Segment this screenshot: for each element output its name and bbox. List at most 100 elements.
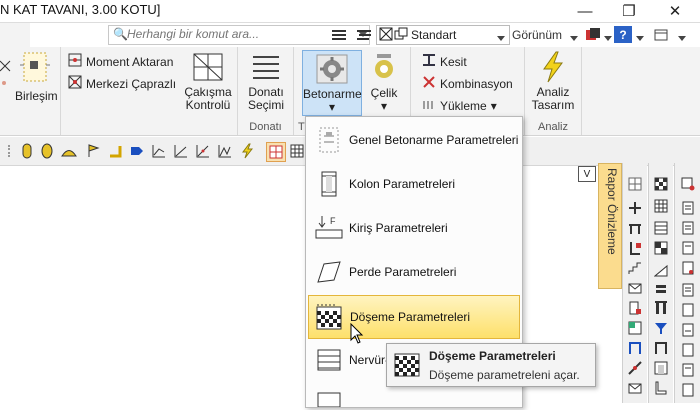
style-select[interactable]: Standart bbox=[376, 25, 510, 45]
document-2-icon[interactable] bbox=[679, 219, 697, 237]
celik-button[interactable]: Çelik ▾ bbox=[364, 50, 404, 113]
window-title: N KAT TAVANI, 3.00 KOTU] bbox=[0, 2, 161, 17]
user-icon[interactable] bbox=[584, 26, 602, 43]
lightning-small-icon[interactable] bbox=[238, 142, 256, 160]
door-frame-icon[interactable] bbox=[652, 339, 670, 357]
document-icon[interactable] bbox=[679, 199, 697, 217]
grid-red-icon[interactable] bbox=[266, 142, 286, 162]
toolbar-grip[interactable] bbox=[8, 145, 13, 157]
connection-icon[interactable] bbox=[20, 51, 50, 85]
moment-aktaran-button[interactable]: Moment Aktaran bbox=[68, 53, 173, 70]
column-pair-icon[interactable] bbox=[652, 299, 670, 317]
flag-icon[interactable] bbox=[84, 142, 102, 160]
ramp-icon[interactable] bbox=[652, 261, 670, 279]
panel-grid-icon[interactable] bbox=[626, 319, 644, 337]
menu-item-genel-betonarme[interactable]: Genel Betonarme Parametreleri bbox=[308, 119, 520, 161]
betonarme-button[interactable]: Betonarme ▾ bbox=[302, 50, 362, 116]
table-icon[interactable] bbox=[652, 219, 670, 237]
checker-icon[interactable] bbox=[652, 175, 670, 193]
checker-2-icon[interactable] bbox=[652, 239, 670, 257]
l-column-icon[interactable] bbox=[626, 239, 644, 257]
kombinasyon-label: Kombinasyon bbox=[440, 76, 513, 91]
table-grid-icon[interactable] bbox=[288, 142, 306, 160]
yukleme-button[interactable]: Yükleme ▾ bbox=[422, 97, 497, 114]
ribbon-group-analiz: Analiz Tasarım Analiz bbox=[525, 47, 582, 135]
document-3-icon[interactable] bbox=[679, 239, 697, 257]
stack-icon[interactable] bbox=[652, 281, 670, 299]
envelope-icon[interactable] bbox=[626, 279, 644, 297]
ribbon-collapse-icon[interactable] bbox=[652, 26, 670, 43]
document-4-icon[interactable] bbox=[679, 259, 697, 277]
kombinasyon-button[interactable]: Kombinasyon bbox=[422, 75, 513, 92]
cylinder-icon[interactable] bbox=[38, 142, 56, 160]
merkezi-caprazli-button[interactable]: Merkezi Çaprazlı bbox=[68, 75, 176, 92]
blue-frame-icon[interactable] bbox=[626, 339, 644, 357]
help-icon[interactable]: ? bbox=[614, 26, 632, 43]
corner-icon[interactable] bbox=[106, 142, 124, 160]
close-button[interactable]: ✕ bbox=[652, 0, 698, 22]
beam-frame-icon[interactable] bbox=[626, 219, 644, 237]
rib-params-icon bbox=[314, 344, 344, 376]
document-5-icon[interactable] bbox=[679, 281, 697, 299]
wall-icon[interactable] bbox=[652, 359, 670, 377]
moment-aktaran-label: Moment Aktaran bbox=[86, 54, 174, 69]
document-7-icon[interactable] bbox=[679, 321, 697, 339]
envelope-2-icon[interactable] bbox=[626, 379, 644, 397]
clash-check-icon bbox=[191, 51, 225, 83]
rapor-onizleme-label: Rapor Önizleme bbox=[605, 168, 619, 255]
maximize-button[interactable]: ❐ bbox=[606, 0, 652, 22]
moment-connection-icon bbox=[68, 53, 82, 70]
chevron-down-icon[interactable] bbox=[678, 31, 686, 45]
document-6-icon[interactable] bbox=[679, 301, 697, 319]
search-input[interactable] bbox=[127, 26, 362, 42]
tooltip-description: Döşeme parametreleni açar. bbox=[429, 368, 580, 382]
cakisma-kontrolu-button[interactable]: Çakışma Kontrolü bbox=[182, 51, 234, 112]
chevron-down-icon[interactable] bbox=[636, 31, 644, 45]
column-red-icon[interactable] bbox=[626, 299, 644, 317]
stair-icon[interactable] bbox=[626, 259, 644, 277]
menu-item-kolon[interactable]: Kolon Parametreleri bbox=[308, 163, 520, 205]
chevron-down-icon[interactable] bbox=[570, 31, 578, 45]
title-bar: N KAT TAVANI, 3.00 KOTU] — ❐ ✕ bbox=[0, 0, 700, 23]
menu-item-kiris[interactable]: F Kiriş Parametreleri bbox=[308, 207, 520, 249]
document-8-icon[interactable] bbox=[679, 341, 697, 359]
donati-secimi-button[interactable]: Donatı Seçimi bbox=[242, 51, 290, 112]
partial-tool-icon[interactable] bbox=[0, 53, 12, 93]
v-toggle-button[interactable]: V bbox=[578, 166, 596, 182]
menu-item-label: Perde Parametreleri bbox=[349, 265, 457, 279]
menu-item-label: Kolon Parametreleri bbox=[349, 177, 456, 191]
grid-red-dot-icon[interactable] bbox=[679, 175, 697, 193]
menu-item-label: Genel Betonarme Parametreleri bbox=[349, 133, 519, 147]
hatch-icon[interactable] bbox=[652, 197, 670, 215]
boot-icon[interactable] bbox=[652, 379, 670, 397]
kesit-button[interactable]: Kesit bbox=[422, 53, 467, 70]
minimize-button[interactable]: — bbox=[562, 0, 608, 22]
arrow-shape-icon[interactable] bbox=[128, 142, 146, 160]
layers-icon[interactable] bbox=[330, 26, 348, 43]
grid-select-icon[interactable] bbox=[626, 175, 644, 193]
menu-item-doseme[interactable]: Döşeme Parametreleri bbox=[308, 295, 520, 339]
birlesim-button[interactable]: Birleşim bbox=[15, 89, 58, 103]
curve-graph-icon[interactable] bbox=[216, 142, 234, 160]
capsule-icon[interactable] bbox=[18, 142, 36, 160]
angle-graph-icon[interactable] bbox=[172, 142, 190, 160]
diagonal-graph-icon[interactable] bbox=[194, 142, 212, 160]
document-10-icon[interactable] bbox=[679, 381, 697, 399]
tooltip: Döşeme Parametreleri Döşeme parametrelen… bbox=[386, 343, 596, 387]
menu-item-perde[interactable]: Perde Parametreleri bbox=[308, 251, 520, 293]
chevron-down-icon[interactable] bbox=[604, 31, 612, 45]
arch-icon[interactable] bbox=[60, 142, 78, 160]
toolbar-left-edge bbox=[0, 23, 30, 47]
svg-text:F: F bbox=[330, 216, 336, 226]
layer-stack-icon[interactable] bbox=[355, 26, 373, 43]
view-menu[interactable]: Görünüm bbox=[512, 28, 562, 42]
analiz-tasarim-button[interactable]: Analiz Tasarım bbox=[527, 51, 579, 112]
line-graph-icon[interactable] bbox=[150, 142, 168, 160]
menu-item-label: Nervür- bbox=[349, 353, 390, 367]
cross-icon[interactable] bbox=[626, 199, 644, 217]
rapor-onizleme-tab[interactable]: Rapor Önizleme bbox=[598, 163, 622, 289]
funnel-icon[interactable] bbox=[652, 319, 670, 337]
diagonal-brace-icon[interactable] bbox=[626, 359, 644, 377]
document-9-icon[interactable] bbox=[679, 361, 697, 379]
quick-toolbar: 🔍 Standart Görünüm ? bbox=[0, 23, 700, 48]
